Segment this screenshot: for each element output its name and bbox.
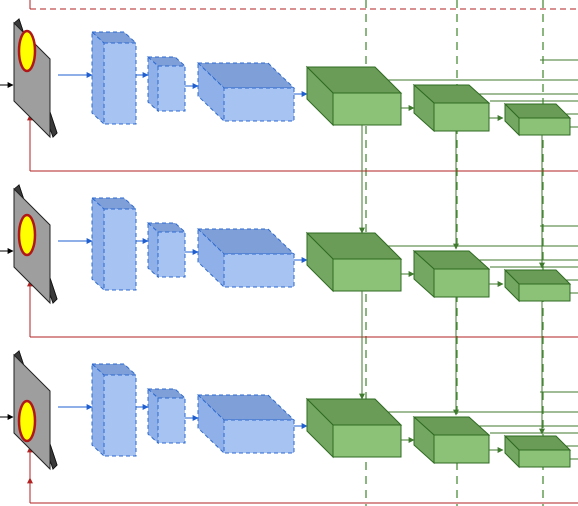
row-3-decoder-block-2-front	[433, 434, 490, 464]
row-3-decoder-block-1	[305, 397, 403, 459]
row-2-encoder-block-2-side	[147, 221, 159, 279]
row-3-encoder-block-2-side	[147, 387, 159, 445]
row-3-encoder-block-1	[90, 362, 138, 458]
row-1-encoder-block-2-front	[157, 65, 186, 112]
row-2-encoder-block-1	[90, 196, 138, 292]
row-3-decoder-block-2	[412, 415, 491, 465]
row-1-encoder-block-2-side	[147, 55, 159, 113]
row-2-encoder-block-2	[146, 221, 187, 279]
row-2-encoder-block-1-side	[91, 196, 105, 292]
row-1-encoder-block-1-side	[91, 30, 105, 126]
row-1-encoder-block-1	[90, 30, 138, 126]
row-2-decoder-block-1-front	[332, 258, 402, 292]
row-1-decoder-block-2	[412, 83, 491, 133]
row-3-encoder-block-3	[196, 393, 296, 455]
row-3-ellipse-marker	[17, 399, 37, 443]
row-3-encoder-block-3-front	[223, 419, 295, 454]
row-3-encoder-block-2	[146, 387, 187, 445]
row-1-decoder-block-2-front	[433, 102, 490, 132]
row-3-decoder-block-3	[503, 434, 572, 469]
row-1-decoder-block-1-front	[332, 92, 402, 126]
row-1-encoder-block-3-front	[223, 87, 295, 122]
row-1-decoder-block-3	[503, 102, 572, 137]
row-1-ellipse-marker	[17, 29, 37, 73]
row-2-decoder-block-1	[305, 231, 403, 293]
row-3-decoder-block-1-front	[332, 424, 402, 458]
row-3-encoder-block-1-front	[103, 374, 137, 457]
row-2-decoder-block-2-front	[433, 268, 490, 298]
row-2-decoder-block-3	[503, 268, 572, 303]
pipeline-diagram	[0, 0, 578, 506]
row-2-ellipse-marker	[17, 213, 37, 257]
row-2-encoder-block-2-front	[157, 231, 186, 278]
row-2-input-frame	[13, 184, 58, 305]
row-3-input-frame	[13, 350, 58, 471]
diagram-canvas	[0, 0, 578, 506]
row-1-encoder-block-3	[196, 61, 296, 123]
row-3-decoder-block-3-front	[518, 449, 571, 468]
row-1-encoder-block-1-front	[103, 42, 137, 125]
row-2-decoder-block-3-front	[518, 283, 571, 302]
row-1-input-frame	[13, 18, 58, 139]
row-2-encoder-block-1-front	[103, 208, 137, 291]
row-3-encoder-block-1-side	[91, 362, 105, 458]
row-2-decoder-block-2	[412, 249, 491, 299]
row-3-encoder-block-2-front	[157, 397, 186, 444]
row-1-decoder-block-1	[305, 65, 403, 127]
row-1-encoder-block-2	[146, 55, 187, 113]
row-2-encoder-block-3-front	[223, 253, 295, 288]
row-1-decoder-block-3-front	[518, 117, 571, 136]
row-2-encoder-block-3	[196, 227, 296, 289]
